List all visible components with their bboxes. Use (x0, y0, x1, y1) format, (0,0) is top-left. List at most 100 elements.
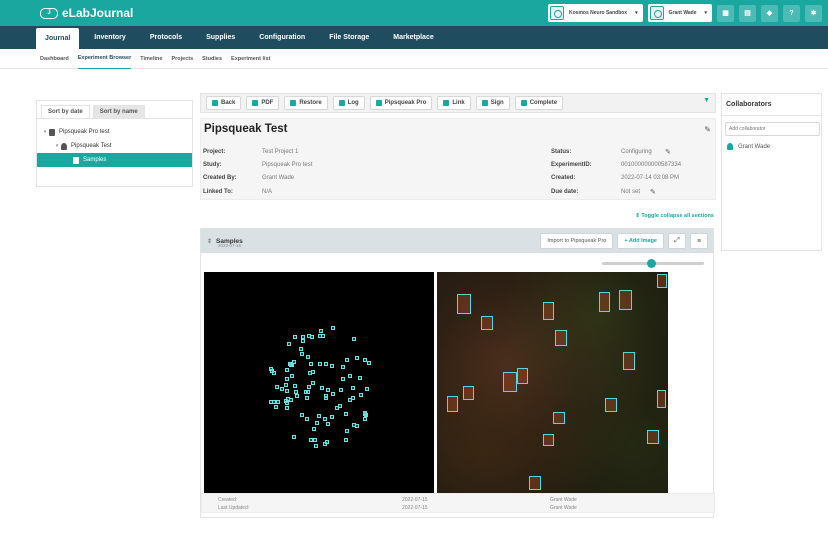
cell-marker (285, 376, 290, 381)
cell-detection-box (457, 294, 471, 314)
grid-icon[interactable]: ▦ (717, 4, 734, 22)
cell-marker (347, 374, 352, 379)
add-collaborator-input[interactable] (725, 122, 820, 136)
cell-marker (299, 346, 304, 351)
nav-journal[interactable]: Journal (36, 28, 80, 49)
import-pipsqueak-button[interactable]: Import to Pipsqueak Pro (540, 233, 614, 249)
pdf-button[interactable]: PDF (246, 96, 280, 110)
pipsqueak-icon (375, 100, 382, 106)
link-button[interactable]: Link (437, 96, 471, 110)
nav-protocols[interactable]: Protocols (141, 26, 191, 49)
nav-configuration[interactable]: Configuration (250, 26, 314, 49)
group-icon (550, 6, 565, 20)
cell-marker (325, 440, 330, 445)
cell-marker (304, 395, 309, 400)
tab-sort-by-name[interactable]: Sort by name (92, 105, 145, 118)
cell-marker (355, 355, 360, 360)
subnav-timeline[interactable]: Timeline (140, 49, 162, 69)
complete-button[interactable]: Complete (514, 96, 564, 110)
add-image-button[interactable]: + Add Image (617, 233, 664, 249)
user-select[interactable]: Grant Wade ▾ (647, 4, 712, 22)
subnav-projects[interactable]: Projects (171, 49, 193, 69)
cell-marker (316, 414, 321, 419)
subnav-dashboard[interactable]: Dashboard (40, 49, 69, 69)
cell-marker (318, 361, 323, 366)
cell-marker (340, 364, 345, 369)
collapse-caret-icon[interactable]: ⇕ (207, 238, 212, 245)
toggle-collapse-link[interactable]: ⇕ Toggle collapse all sections (635, 213, 714, 219)
tab-sort-by-date[interactable]: Sort by date (41, 105, 90, 118)
menu-icon[interactable]: ≡ (690, 233, 708, 249)
samples-section: ⇕ Samples 2022-07-15 Import to Pipsqueak… (200, 228, 715, 518)
pin-icon[interactable]: ▼ (703, 97, 710, 104)
zoom-slider[interactable] (602, 259, 704, 268)
microscopy-image-right[interactable] (437, 272, 668, 501)
expand-caret-icon[interactable]: ▾ (53, 143, 61, 149)
back-button[interactable]: Back (206, 96, 242, 110)
cell-marker (362, 358, 367, 363)
fullscreen-icon[interactable]: ⤢ (668, 233, 686, 249)
cell-marker (350, 385, 355, 390)
cell-marker (323, 394, 328, 399)
log-icon (338, 100, 345, 106)
folder-icon (49, 128, 55, 136)
cell-marker (300, 352, 304, 357)
cell-marker (335, 406, 340, 411)
cell-marker (319, 385, 324, 390)
tree-node-section[interactable]: Samples (37, 153, 192, 167)
cell-marker (357, 376, 362, 381)
cell-marker (293, 389, 298, 394)
cell-marker (330, 326, 335, 331)
subnav-studies[interactable]: Studies (202, 49, 222, 69)
cell-marker (344, 412, 349, 417)
nav-marketplace[interactable]: Marketplace (384, 26, 442, 49)
section-header[interactable]: ⇕ Samples 2022-07-15 Import to Pipsqueak… (201, 229, 713, 253)
expand-caret-icon[interactable]: ▾ (41, 129, 49, 135)
cell-marker (330, 364, 335, 369)
cell-detection-box (623, 352, 635, 370)
cell-marker (355, 424, 360, 429)
cell-marker (284, 406, 289, 411)
nav-file-storage[interactable]: File Storage (320, 26, 378, 49)
user-avatar-icon (649, 6, 664, 20)
status-edit-icon[interactable]: ✎ (665, 148, 671, 156)
subnav-experiment-list[interactable]: Experiment list (231, 49, 270, 69)
cell-detection-box (543, 302, 554, 320)
subnav-experiment-browser[interactable]: Experiment Browser (77, 49, 132, 69)
due-date-edit-icon[interactable]: ✎ (650, 188, 656, 196)
tree-node-experiment[interactable]: ▾ Pipsqueak Test (37, 139, 192, 153)
cell-detection-box (555, 330, 567, 346)
help-icon[interactable]: ? (783, 4, 800, 22)
sign-button[interactable]: Sign (475, 96, 510, 110)
zoom-slider-handle[interactable] (647, 259, 656, 268)
nav-inventory[interactable]: Inventory (85, 26, 135, 49)
gear-icon[interactable]: ✱ (805, 4, 822, 22)
restore-button[interactable]: Restore (284, 96, 328, 110)
log-button[interactable]: Log (332, 96, 365, 110)
cell-marker (305, 355, 310, 360)
group-select[interactable]: Kosmos Neuro Sandbox ▾ (548, 4, 643, 22)
pdf-icon (252, 100, 259, 106)
bell-icon[interactable]: ◆ (761, 4, 778, 22)
cell-marker (306, 384, 311, 389)
cell-detection-box (503, 372, 517, 392)
segmentation-image-left[interactable] (204, 272, 434, 501)
cell-detection-box (447, 396, 458, 412)
pipsqueak-pro-button[interactable]: Pipsqueak Pro (369, 96, 433, 110)
divider (722, 115, 821, 116)
tree-node-study[interactable]: ▾ Pipsqueak Pro test (37, 125, 192, 139)
cell-marker (268, 399, 273, 404)
restore-icon (290, 100, 297, 106)
sub-nav: Dashboard Experiment Browser Timeline Pr… (0, 49, 828, 69)
nav-supplies[interactable]: Supplies (197, 26, 244, 49)
app-logo[interactable]: J eLabJournal (40, 6, 133, 20)
cell-marker (301, 335, 306, 340)
cell-marker (341, 376, 346, 381)
collaborators-panel: Collaborators Grant Wade (721, 93, 822, 251)
cell-detection-box (543, 434, 554, 446)
book-icon[interactable]: ▤ (739, 4, 756, 22)
edit-pencil-icon[interactable]: ✎ (704, 125, 711, 134)
cell-detection-box (605, 398, 617, 412)
cell-marker (274, 405, 279, 410)
cell-detection-box (619, 290, 632, 310)
